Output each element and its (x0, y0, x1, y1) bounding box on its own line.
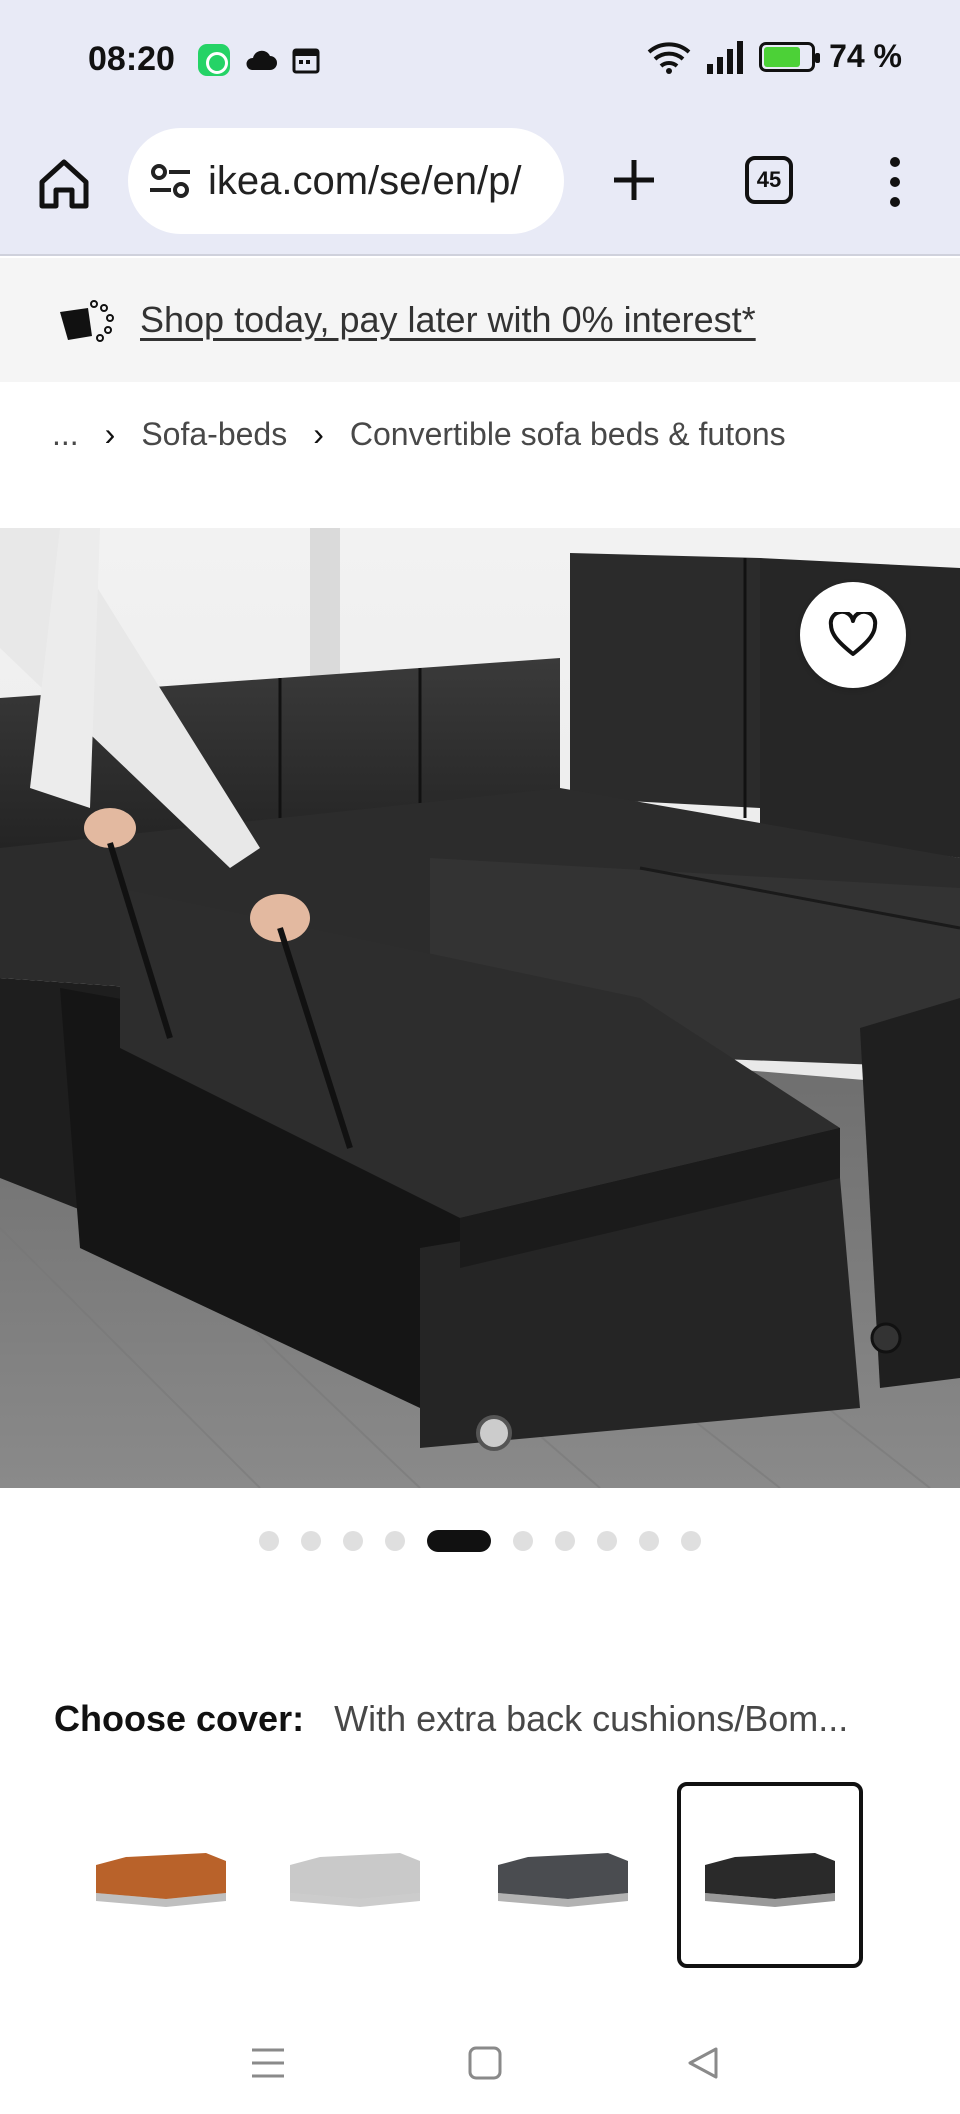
favorite-button[interactable] (800, 582, 906, 688)
cover-value: With extra back cushions/Bom... (334, 1698, 849, 1739)
sofa-thumbnail (498, 1853, 628, 1907)
site-settings-icon[interactable] (148, 161, 192, 201)
home-nav-icon[interactable] (468, 2046, 502, 2080)
carousel-dot[interactable] (385, 1531, 405, 1551)
carousel-dot[interactable] (343, 1531, 363, 1551)
breadcrumb-item-sofa-beds[interactable]: Sofa-beds (141, 416, 287, 453)
sofa-thumbnail (96, 1853, 226, 1907)
system-nav-bar (0, 2010, 960, 2114)
carousel-dot[interactable] (681, 1531, 701, 1551)
cloud-icon (246, 50, 277, 70)
cover-label: Choose cover: (54, 1698, 305, 1739)
cover-option-dark-grey[interactable] (470, 1782, 656, 1968)
heart-icon (828, 612, 878, 656)
signal-icon (707, 40, 744, 74)
battery-percent: 74 % (829, 38, 902, 74)
carousel-dot[interactable] (513, 1531, 533, 1551)
whatsapp-icon (198, 44, 230, 76)
status-bar: 08:20 74 % (0, 0, 960, 124)
chevron-right-icon: › (104, 416, 116, 452)
url-text: ikea.com/se/en/p/ (208, 158, 522, 203)
status-time: 08:20 (88, 40, 175, 78)
calendar-icon (292, 48, 320, 74)
sofa-thumbnail (290, 1853, 420, 1907)
new-tab-icon[interactable] (608, 152, 660, 208)
tab-switcher-button[interactable]: 45 (745, 156, 793, 204)
carousel-dots (0, 1530, 960, 1552)
cover-options (0, 1782, 960, 1968)
back-icon[interactable] (686, 2046, 720, 2080)
battery-icon (759, 41, 821, 72)
address-bar[interactable]: ikea.com/se/en/p/ (128, 128, 564, 234)
more-options-icon[interactable] (880, 154, 910, 210)
breadcrumb: ... › Sofa-beds › Convertible sofa beds … (52, 416, 786, 453)
carousel-dot[interactable] (301, 1531, 321, 1551)
cover-option-black[interactable] (677, 1782, 863, 1968)
cover-selector-header: Choose cover: With extra back cushions/B… (54, 1698, 848, 1740)
installment-icon (60, 300, 114, 342)
chevron-right-icon: › (313, 416, 324, 452)
breadcrumb-ellipsis[interactable]: ... (52, 416, 79, 453)
promo-link[interactable]: Shop today, pay later with 0% interest* (140, 299, 756, 341)
browser-toolbar: ikea.com/se/en/p/ 45 (0, 124, 960, 256)
carousel-dot[interactable] (639, 1531, 659, 1551)
recent-apps-icon[interactable] (250, 2046, 286, 2080)
carousel-dot[interactable] (427, 1530, 491, 1552)
home-icon[interactable] (36, 156, 92, 212)
cover-option-orange[interactable] (68, 1782, 254, 1968)
carousel-dot[interactable] (597, 1531, 617, 1551)
promo-banner: Shop today, pay later with 0% interest* (0, 258, 960, 382)
cover-option-light-grey[interactable] (262, 1782, 448, 1968)
notification-icons (198, 44, 320, 76)
breadcrumb-item-convertible[interactable]: Convertible sofa beds & futons (350, 416, 786, 453)
sofa-thumbnail (705, 1853, 835, 1907)
carousel-dot[interactable] (555, 1531, 575, 1551)
system-icons: 74 % (647, 38, 902, 75)
carousel-dot[interactable] (259, 1531, 279, 1551)
tab-count: 45 (756, 167, 782, 192)
wifi-icon (647, 41, 691, 74)
